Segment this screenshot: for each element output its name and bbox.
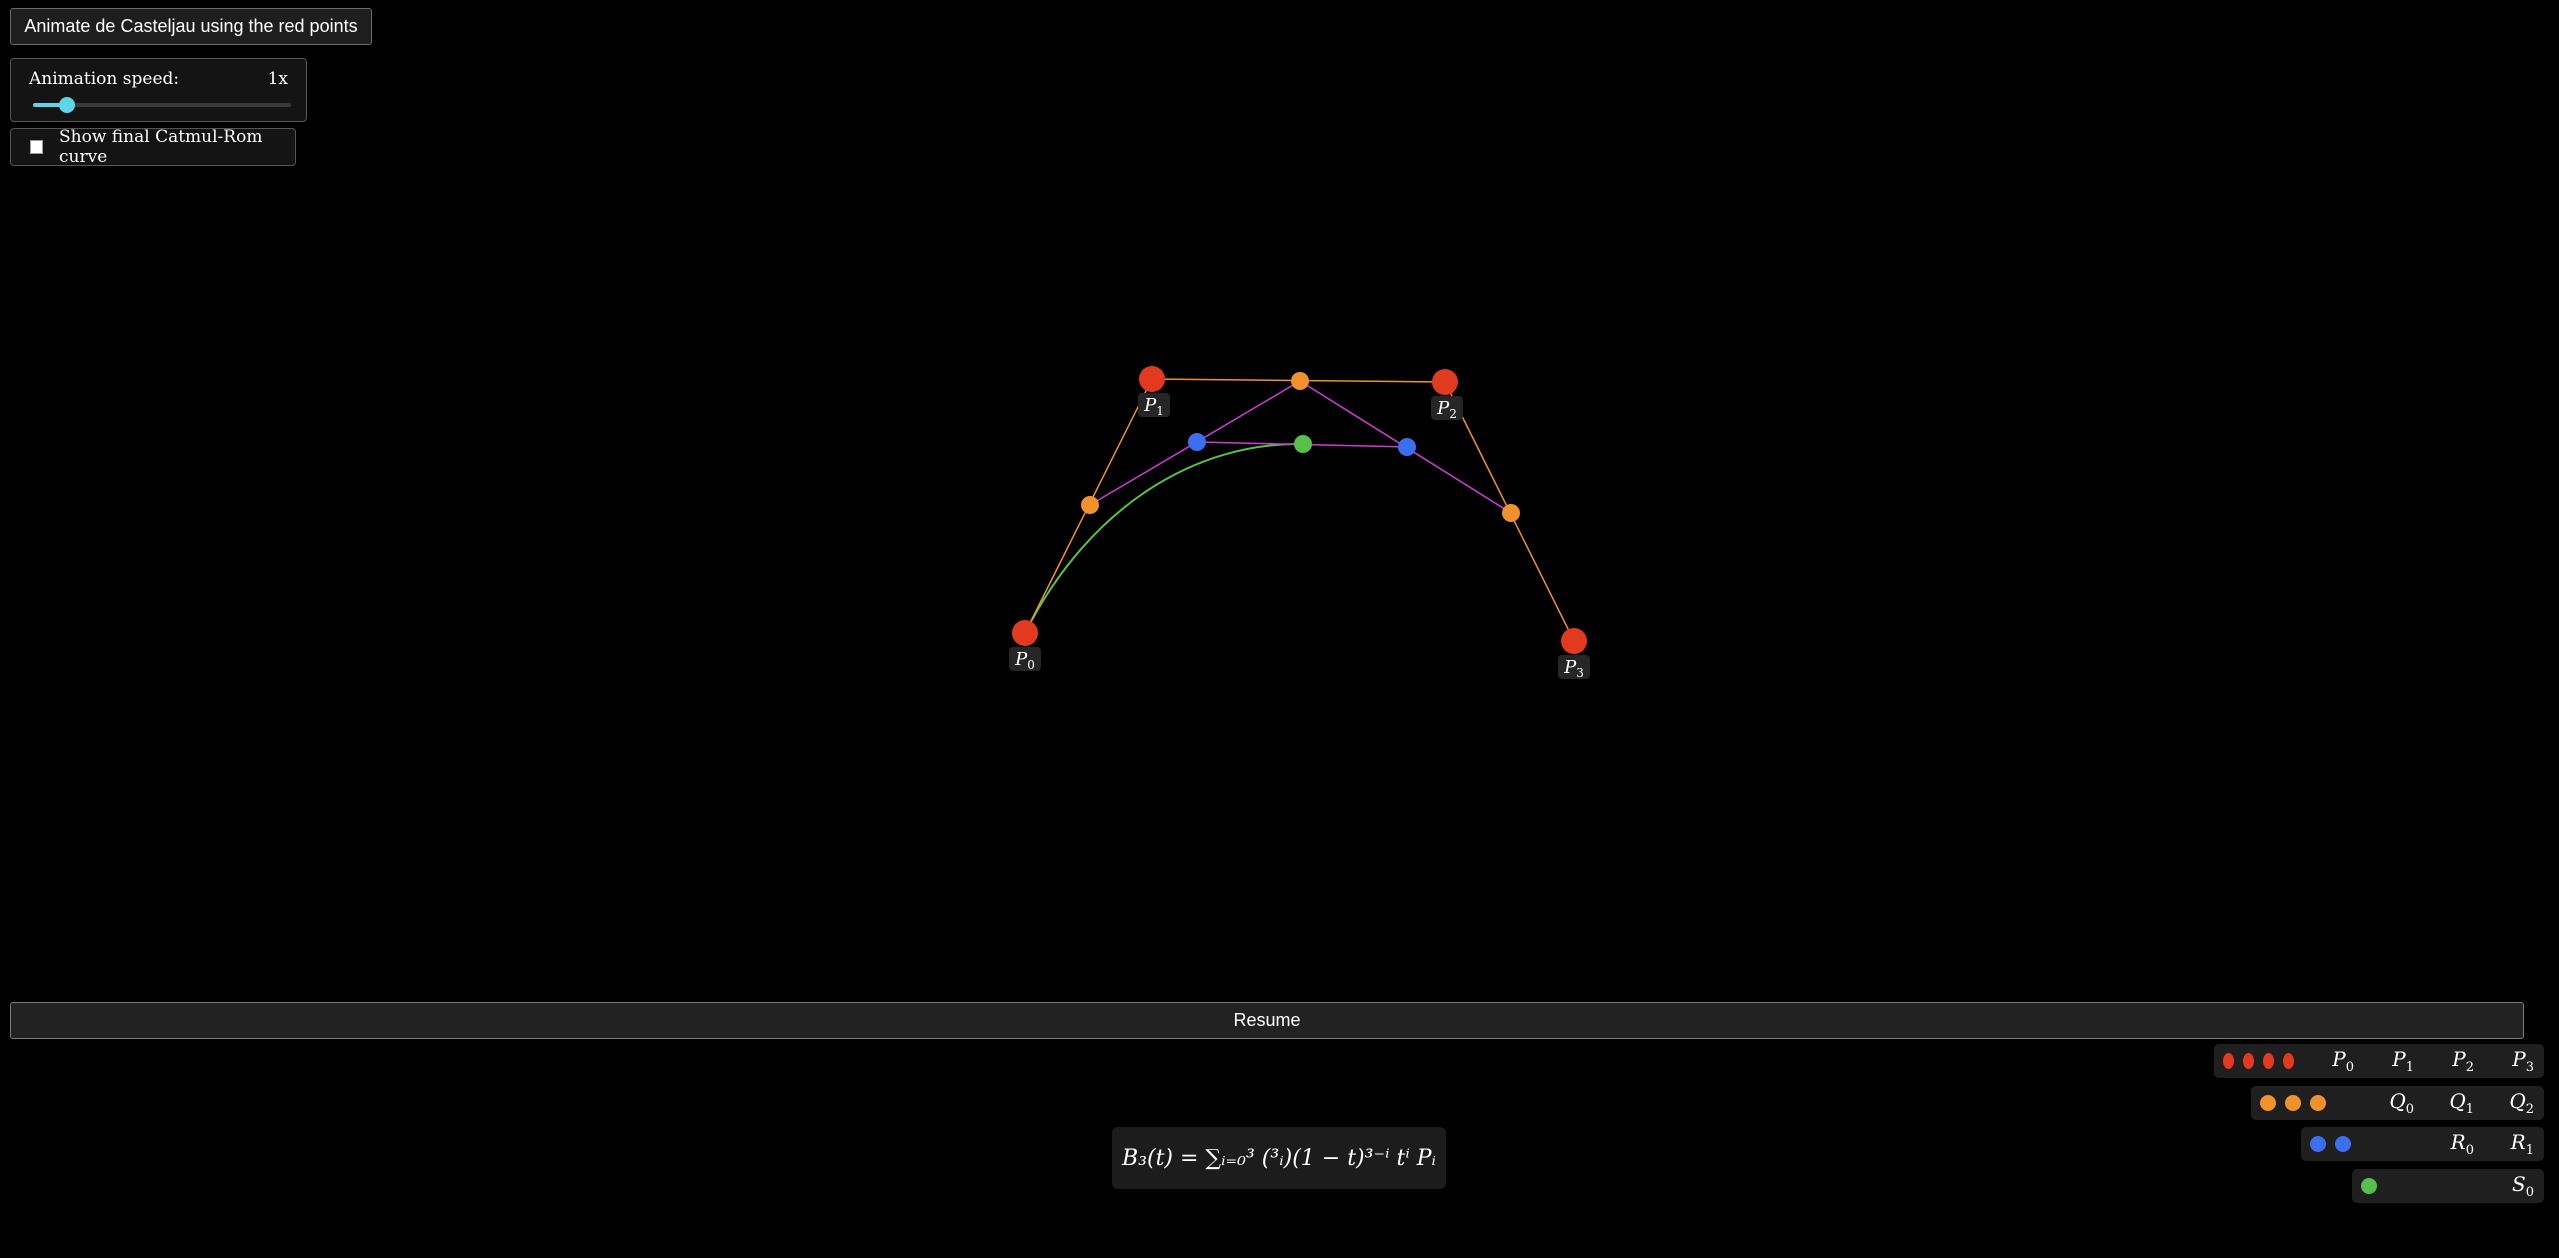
control-polygon-line [1024,378,1575,642]
legend-dot [2361,1178,2377,1194]
r-point-1 [1398,438,1416,456]
legend-row-2: R0 R1 [2301,1127,2544,1161]
legend-row-1: Q0 Q1 Q2 [2251,1086,2544,1120]
bezier-curve-trace [1024,442,1304,634]
legend-dot [2310,1136,2326,1152]
legend-dot [2283,1053,2294,1069]
legend-label: S0 [2512,1172,2534,1200]
legend-dot [2285,1095,2301,1111]
legend-dot [2310,1095,2326,1111]
resume-button[interactable]: Resume [10,1002,2524,1039]
legend-label: P1 [2392,1047,2414,1075]
legend-label: R1 [2510,1130,2534,1158]
q-point-0 [1081,496,1099,514]
legend-dot [2223,1053,2234,1069]
p-point-3 [1561,628,1587,654]
legend-dot [2243,1053,2254,1069]
legend-label: P3 [2512,1047,2534,1075]
legend-label: P2 [2452,1047,2474,1075]
legend-dot [2263,1053,2274,1069]
bezier-canvas: P0P1 P2P3 [1009,366,1590,680]
legend-row-3: S0 [2352,1169,2544,1203]
legend-dot [2335,1136,2351,1152]
p-point-2 [1432,369,1458,395]
legend-label: Q2 [2509,1089,2534,1117]
q-point-2 [1502,504,1520,522]
legend-row-0: P0 P1 P2 P3 [2214,1044,2544,1078]
legend-label: Q0 [2389,1089,2414,1117]
s-point-0 [1294,435,1312,453]
legend-label: R0 [2450,1130,2474,1158]
legend-dot [2260,1095,2276,1111]
q-point-1 [1291,372,1309,390]
r-point-0 [1188,433,1206,451]
legend-label: P0 [2332,1047,2354,1075]
legend-label: Q1 [2449,1089,2474,1117]
bezier-formula: B₃(t) = ∑ᵢ₌₀³ (³ᵢ)(1 − t)³⁻ⁱ tⁱ Pᵢ [1112,1127,1446,1189]
p-point-0 [1012,620,1038,646]
p-point-1 [1139,366,1165,392]
